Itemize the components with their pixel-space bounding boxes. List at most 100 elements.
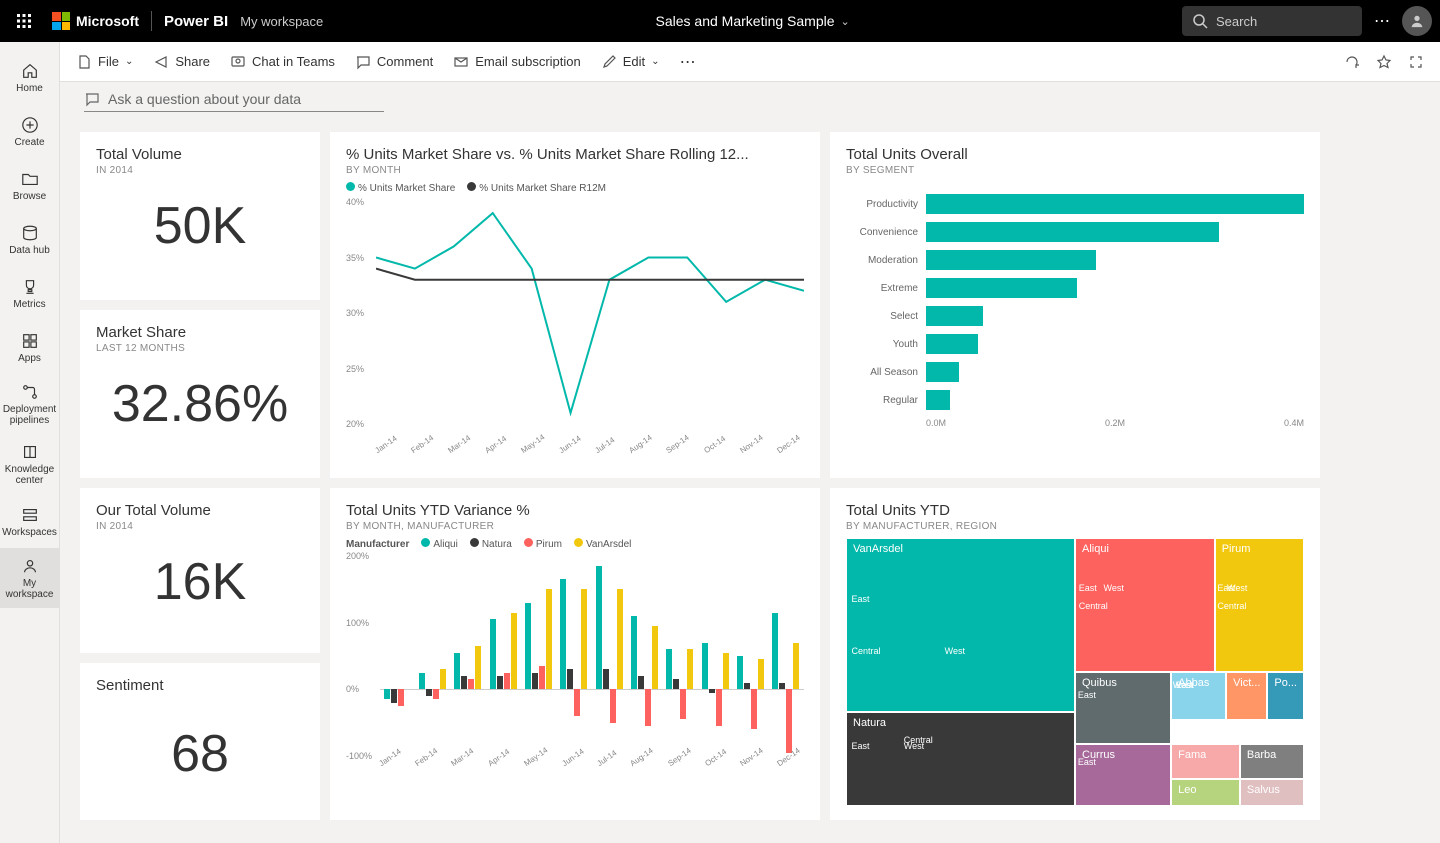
sidebar-label: Browse: [13, 191, 46, 202]
sidebar-label: Create: [14, 137, 44, 148]
left-sidebar: Home Create Browse Data hub Metrics Apps…: [0, 42, 60, 843]
chart-plot-area: ProductivityConvenienceModerationExtreme…: [846, 190, 1304, 428]
tile-hbar-chart[interactable]: Total Units Overall BY SEGMENT Productiv…: [830, 132, 1320, 478]
pipeline-icon: [20, 382, 40, 402]
cmd-label: Email subscription: [475, 54, 581, 69]
sidebar-item-create[interactable]: Create: [0, 104, 60, 158]
product-name[interactable]: Power BI: [164, 13, 228, 30]
teams-icon: [230, 54, 246, 70]
search-input[interactable]: Search: [1182, 6, 1362, 36]
tile-title: Total Units YTD Variance %: [346, 502, 804, 519]
share-icon: [153, 54, 169, 70]
kpi-value: 16K: [96, 552, 304, 612]
tile-subtitle: IN 2014: [96, 165, 304, 176]
global-header: Microsoft Power BI My workspace Sales an…: [0, 0, 1440, 42]
sidebar-label: Workspaces: [2, 527, 57, 538]
dashboard-canvas: Total Volume IN 2014 50K Market Share LA…: [60, 120, 1440, 843]
microsoft-text: Microsoft: [76, 13, 139, 29]
home-icon: [20, 61, 40, 81]
command-bar: File⌄ Share Chat in Teams Comment Email …: [60, 42, 1440, 82]
sidebar-item-deployment[interactable]: Deployment pipelines: [0, 374, 60, 434]
cmd-label: Edit: [623, 54, 645, 69]
chevron-down-icon[interactable]: ⌄: [841, 15, 850, 28]
favorite-icon[interactable]: [1376, 54, 1392, 70]
sidebar-label: Apps: [18, 353, 41, 364]
workspaces-icon: [20, 505, 40, 525]
sidebar-label: Deployment pipelines: [0, 404, 60, 426]
sidebar-label: Home: [16, 83, 43, 94]
tile-title: Total Units Overall: [846, 146, 1304, 163]
sidebar-item-metrics[interactable]: Metrics: [0, 266, 60, 320]
tile-treemap[interactable]: Total Units YTD BY MANUFACTURER, REGION …: [830, 488, 1320, 820]
chat-teams-button[interactable]: Chat in Teams: [230, 54, 335, 70]
legend-label: % Units Market Share: [358, 183, 455, 194]
divider: [151, 11, 152, 31]
mail-icon: [453, 54, 469, 70]
qna-bar: Ask a question about your data: [60, 82, 1440, 120]
plus-circle-icon: [20, 115, 40, 135]
sidebar-item-home[interactable]: Home: [0, 50, 60, 104]
search-icon: [1192, 13, 1208, 29]
qna-placeholder: Ask a question about your data: [108, 91, 301, 107]
sidebar-label: Metrics: [13, 299, 45, 310]
person-icon: [20, 556, 40, 576]
tile-column-chart[interactable]: Total Units YTD Variance % BY MONTH, MAN…: [330, 488, 820, 820]
sidebar-item-browse[interactable]: Browse: [0, 158, 60, 212]
workspace-breadcrumb[interactable]: My workspace: [240, 14, 323, 29]
sidebar-label: Knowledge center: [0, 464, 60, 486]
tile-title: Market Share: [96, 324, 304, 341]
cmd-label: File: [98, 54, 119, 69]
more-commands-icon[interactable]: ⋯: [680, 52, 696, 72]
tile-our-volume[interactable]: Our Total Volume IN 2014 16K: [80, 488, 320, 653]
tile-total-volume[interactable]: Total Volume IN 2014 50K: [80, 132, 320, 300]
folder-icon: [20, 169, 40, 189]
tile-title: % Units Market Share vs. % Units Market …: [346, 146, 804, 163]
legend-label: Aliqui: [433, 539, 457, 550]
comment-icon: [355, 54, 371, 70]
email-button[interactable]: Email subscription: [453, 54, 581, 70]
sidebar-item-workspaces[interactable]: Workspaces: [0, 494, 60, 548]
apps-icon: [20, 331, 40, 351]
tile-sentiment[interactable]: Sentiment 68: [80, 663, 320, 820]
file-icon: [76, 54, 92, 70]
search-placeholder: Search: [1216, 14, 1257, 29]
share-button[interactable]: Share: [153, 54, 210, 70]
tile-title: Total Volume: [96, 146, 304, 163]
microsoft-icon: [52, 12, 70, 30]
edit-button[interactable]: Edit⌄: [601, 54, 660, 70]
sidebar-label: Data hub: [9, 245, 50, 256]
file-menu[interactable]: File⌄: [76, 54, 133, 70]
tile-line-chart[interactable]: % Units Market Share vs. % Units Market …: [330, 132, 820, 478]
microsoft-logo: Microsoft: [52, 12, 139, 30]
avatar[interactable]: [1402, 6, 1432, 36]
tile-market-share[interactable]: Market Share LAST 12 MONTHS 32.86%: [80, 310, 320, 478]
tile-subtitle: BY MONTH: [346, 165, 804, 176]
tile-subtitle: IN 2014: [96, 521, 304, 532]
legend-dot-icon: [467, 182, 476, 191]
chart-plot-area: 40%35%30%25%20%Jan-14Feb-14Mar-14Apr-14M…: [346, 202, 804, 442]
legend-dot-icon: [421, 538, 430, 547]
chart-plot-area: -100%0%100%200%Jan-14Feb-14Mar-14Apr-14M…: [346, 556, 804, 786]
sidebar-item-myworkspace[interactable]: My workspace: [0, 548, 60, 608]
sidebar-item-datahub[interactable]: Data hub: [0, 212, 60, 266]
refresh-icon[interactable]: [1344, 54, 1360, 70]
cmd-label: Chat in Teams: [252, 54, 335, 69]
sidebar-item-apps[interactable]: Apps: [0, 320, 60, 374]
legend-dot-icon: [524, 538, 533, 547]
tile-subtitle: LAST 12 MONTHS: [96, 343, 304, 354]
qna-input[interactable]: Ask a question about your data: [84, 91, 384, 112]
tile-title: Sentiment: [96, 677, 304, 694]
trophy-icon: [20, 277, 40, 297]
tile-subtitle: BY SEGMENT: [846, 165, 1304, 176]
fullscreen-icon[interactable]: [1408, 54, 1424, 70]
more-icon[interactable]: ⋯: [1374, 11, 1390, 31]
tile-title: Total Units YTD: [846, 502, 1304, 519]
person-icon: [1410, 14, 1424, 28]
app-launcher-icon[interactable]: [8, 5, 40, 37]
report-title[interactable]: Sales and Marketing Sample: [656, 13, 835, 29]
chart-legend: Manufacturer Aliqui Natura Pirum VanArsd…: [346, 538, 804, 550]
chart-plot-area: VanArsdelEastCentralWestNaturaEastCentra…: [846, 538, 1304, 806]
comment-button[interactable]: Comment: [355, 54, 433, 70]
chart-legend: % Units Market Share % Units Market Shar…: [346, 182, 804, 194]
sidebar-item-knowledge[interactable]: Knowledge center: [0, 434, 60, 494]
